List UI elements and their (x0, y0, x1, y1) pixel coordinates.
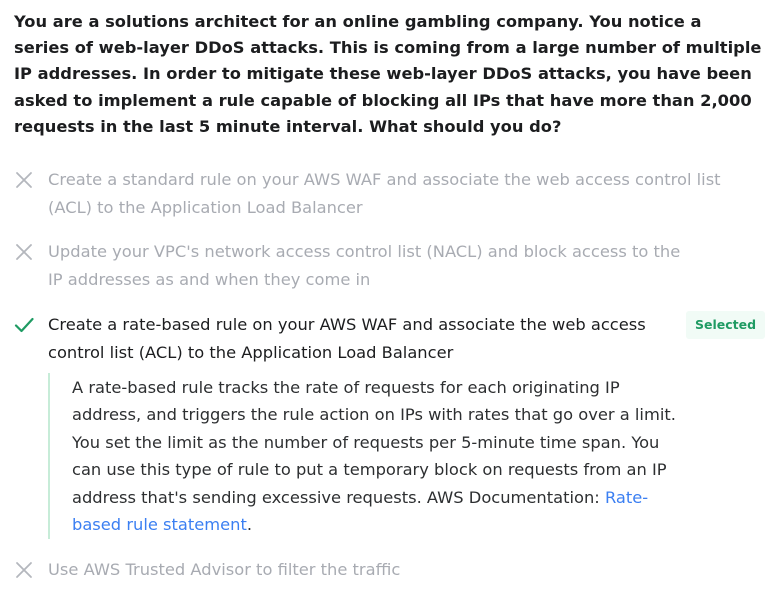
explanation-panel: A rate-based rule tracks the rate of req… (48, 373, 678, 539)
explanation-text: A rate-based rule tracks the rate of req… (72, 374, 678, 538)
answer-text: Use AWS Trusted Advisor to filter the tr… (48, 560, 401, 579)
x-icon (16, 244, 32, 260)
answer-text: Create a rate-based rule on your AWS WAF… (48, 315, 646, 362)
answer-text: Create a standard rule on your AWS WAF a… (48, 170, 721, 217)
explanation-suffix: . (246, 515, 253, 535)
x-icon (16, 562, 32, 578)
selected-badge: Selected (686, 311, 766, 339)
question-text: You are a solutions architect for an onl… (14, 12, 762, 136)
x-icon (16, 172, 32, 188)
check-icon (14, 317, 34, 333)
answer-text: Update your VPC's network access control… (48, 242, 681, 289)
explanation-body: A rate-based rule tracks the rate of req… (72, 378, 676, 507)
